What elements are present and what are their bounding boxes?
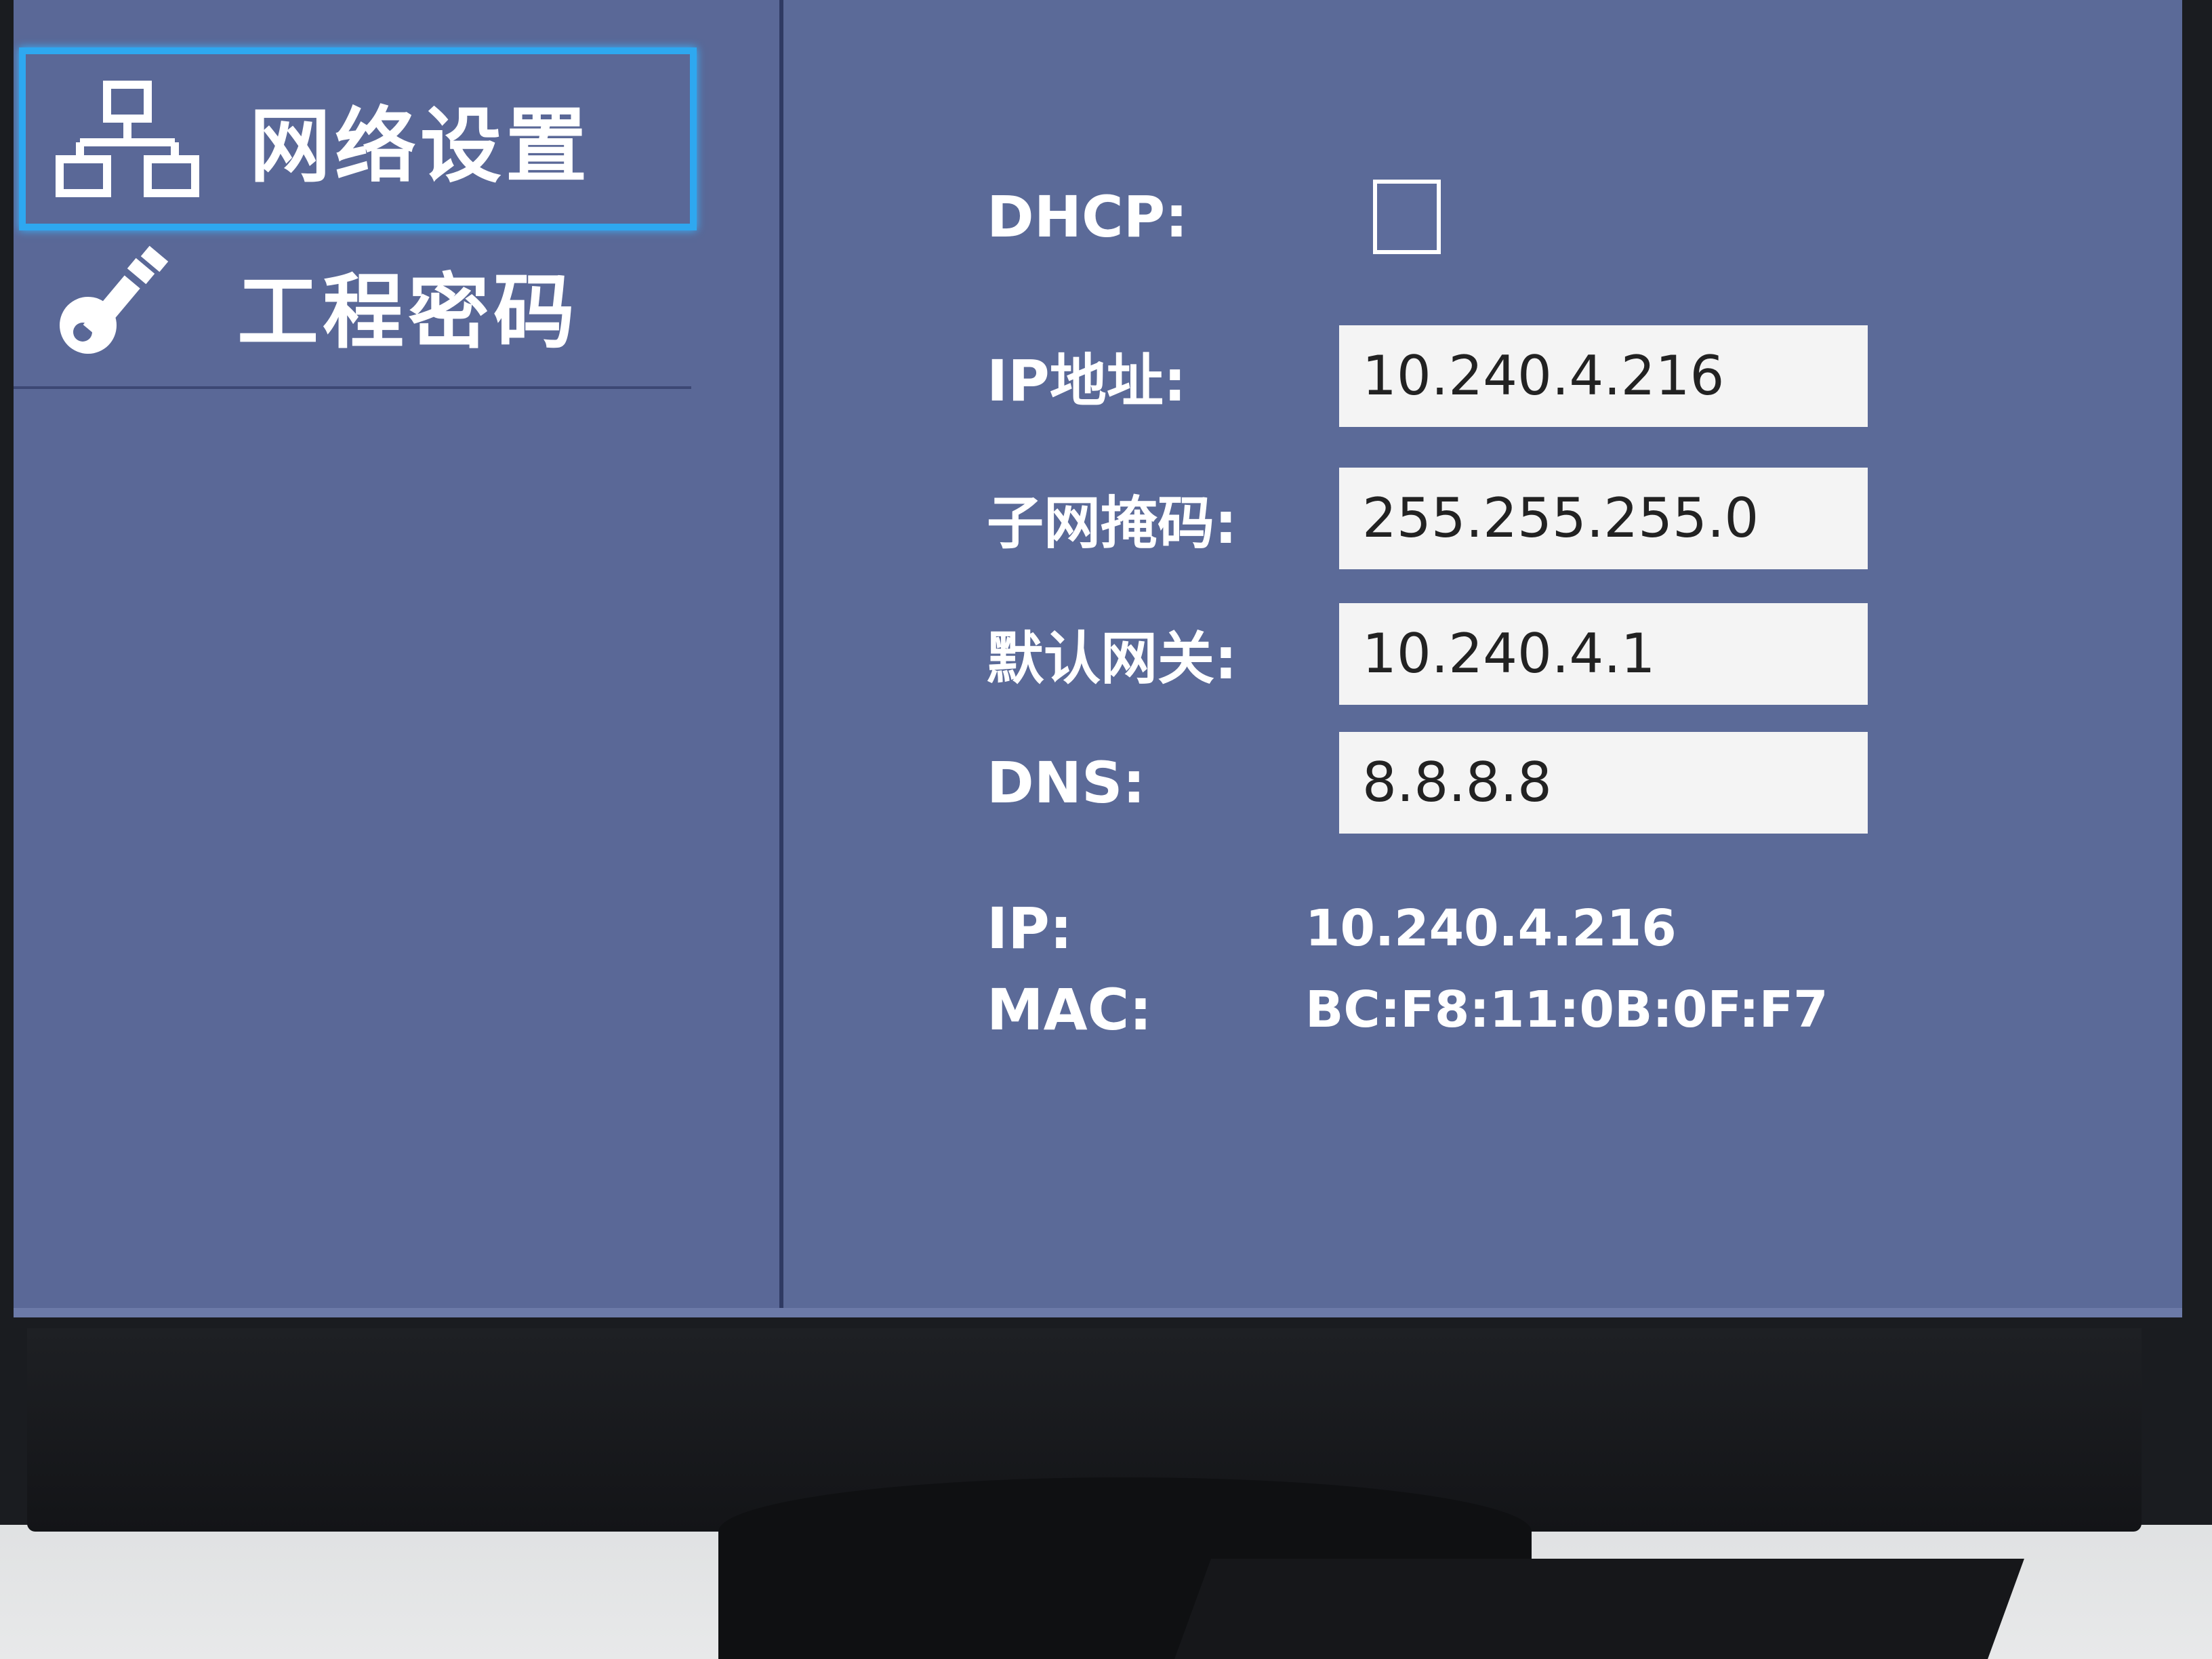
mac-label: MAC:: [987, 977, 1152, 1043]
sidebar-item-network-settings[interactable]: 网络设置: [19, 47, 697, 230]
sidebar-item-label: 网络设置: [249, 100, 591, 194]
settings-screen: 网络设置 工程密码 DHCP: IP地址: 10.240.4.216 子网掩码:…: [14, 0, 2182, 1317]
sidebar-item-project-password[interactable]: 工程密码: [14, 224, 691, 389]
current-ip-value: 10.240.4.216: [1305, 899, 1677, 958]
sidebar-item-label: 工程密码: [237, 266, 579, 360]
ip-address-label: IP地址:: [987, 347, 1187, 414]
network-settings-panel: DHCP: IP地址: 10.240.4.216 子网掩码: 255.255.2…: [783, 0, 2182, 1308]
dns-input[interactable]: 8.8.8.8: [1339, 732, 1868, 834]
photo-scene: 网络设置 工程密码 DHCP: IP地址: 10.240.4.216 子网掩码:…: [0, 0, 2212, 1659]
dhcp-checkbox[interactable]: [1373, 180, 1441, 254]
gateway-input[interactable]: 10.240.4.1: [1339, 603, 1868, 705]
ip-address-input[interactable]: 10.240.4.216: [1339, 325, 1868, 427]
dns-label: DNS:: [987, 750, 1146, 816]
gateway-label: 默认网关:: [987, 625, 1237, 692]
ip-address-row: IP地址: 10.240.4.216: [783, 325, 2182, 427]
dhcp-label: DHCP:: [987, 184, 1188, 250]
subnet-mask-label: 子网掩码:: [987, 489, 1237, 556]
dns-row: DNS: 8.8.8.8: [783, 732, 2182, 834]
subnet-mask-input[interactable]: 255.255.255.0: [1339, 468, 1868, 569]
gateway-row: 默认网关: 10.240.4.1: [783, 603, 2182, 705]
dhcp-row: DHCP:: [783, 176, 2182, 258]
network-icon: [46, 71, 209, 207]
mac-row: MAC: BC:F8:11:0B:0F:F7: [783, 976, 2182, 1044]
current-ip-row: IP: 10.240.4.216: [783, 895, 2182, 962]
key-icon: [34, 237, 197, 373]
mac-value: BC:F8:11:0B:0F:F7: [1305, 981, 1828, 1039]
subnet-mask-row: 子网掩码: 255.255.255.0: [783, 468, 2182, 569]
keyboard: [1174, 1559, 2024, 1659]
current-ip-label: IP:: [987, 895, 1073, 962]
sidebar: 网络设置 工程密码: [14, 0, 783, 1308]
